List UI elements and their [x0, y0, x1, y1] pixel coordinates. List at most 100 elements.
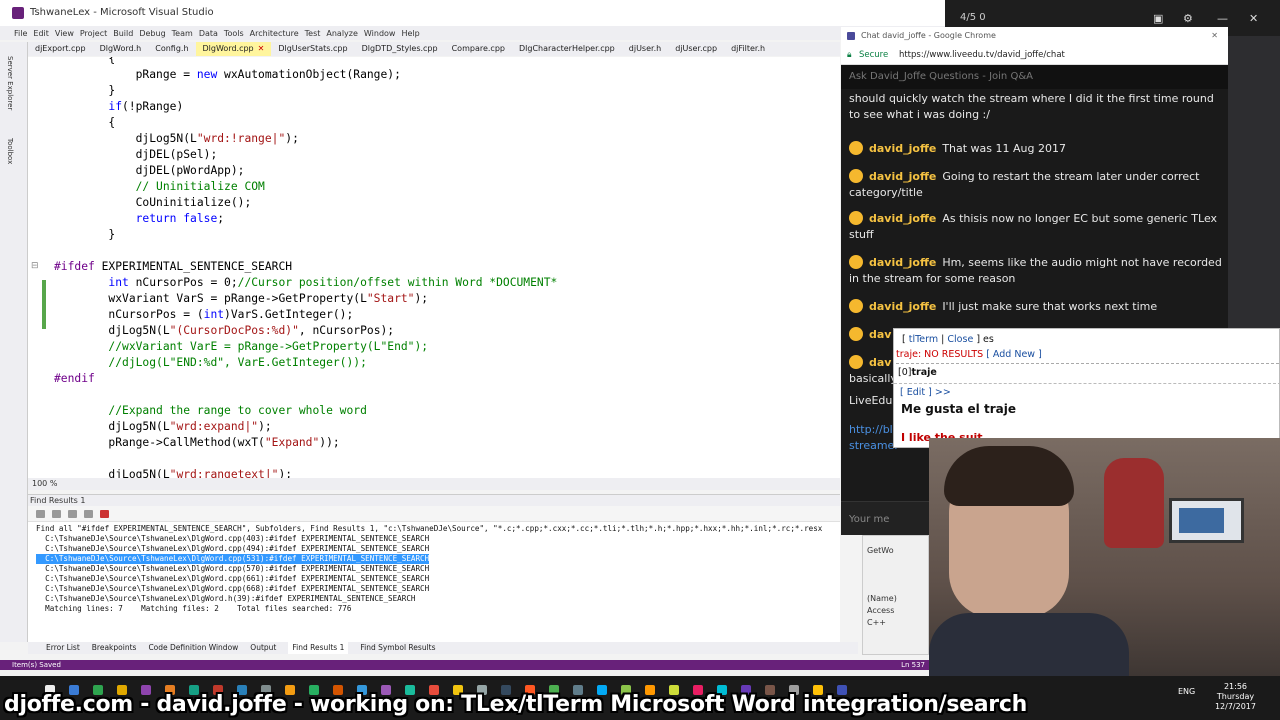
code-line[interactable]: }	[54, 227, 115, 243]
document-tab[interactable]: djExport.cpp	[28, 42, 93, 56]
code-line[interactable]: pRange->CallMethod(wxT("Expand"));	[54, 435, 339, 451]
document-tab[interactable]: DlgWord.cpp ✕	[195, 42, 272, 56]
menu-item[interactable]: Help	[401, 29, 419, 38]
menu-item[interactable]: Architecture	[250, 29, 299, 38]
code-line[interactable]: CoUninitialize();	[54, 195, 252, 211]
chat-link-1[interactable]: http://bl	[849, 423, 893, 436]
code-line[interactable]: {	[54, 115, 115, 131]
url-text[interactable]: https://www.liveedu.tv/david_joffe/chat	[899, 50, 1065, 60]
code-line[interactable]: #endif	[54, 371, 95, 387]
server-explorer-tab[interactable]: Server Explorer	[6, 56, 14, 110]
add-new-link[interactable]: [ Add New ]	[986, 349, 1042, 360]
find-result-line[interactable]: Find all "#ifdef EXPERIMENTAL_SENTENCE_S…	[36, 524, 822, 534]
result-index: [0]	[898, 367, 912, 378]
code-line[interactable]: // Uninitialize COM	[54, 179, 265, 195]
find-result-line[interactable]: C:\TshwaneDJe\Source\TshwaneLex\DlgWord.…	[36, 554, 430, 564]
collapse-icon[interactable]: ⊟	[31, 261, 39, 271]
minimize-icon[interactable]: —	[1217, 12, 1228, 25]
menu-item[interactable]: Analyze	[326, 29, 358, 38]
tlterm-result[interactable]: [0]traje	[898, 367, 937, 378]
edit-link[interactable]: [ Edit ] >>	[900, 387, 951, 398]
code-line[interactable]: }	[54, 83, 115, 99]
code-line[interactable]: djLog5N(L"wrd:expand|");	[54, 419, 271, 435]
menu-item[interactable]: Build	[113, 29, 133, 38]
code-line[interactable]: pRange = new wxAutomationObject(Range);	[54, 67, 401, 83]
zoom-level[interactable]: 100 %	[28, 478, 840, 490]
code-editor[interactable]: ⊟ { pRange = new wxAutomationObject(Rang…	[28, 57, 840, 489]
find-result-line[interactable]: C:\TshwaneDJe\Source\TshwaneLex\DlgWord.…	[36, 584, 429, 594]
find-result-line[interactable]: C:\TshwaneDJe\Source\TshwaneLex\DlgWord.…	[36, 564, 429, 574]
chat-username[interactable]: dav	[869, 356, 891, 369]
document-tab[interactable]: Compare.cpp	[445, 42, 512, 56]
mini-panel-item: GetWo	[867, 546, 894, 555]
find-result-line[interactable]: C:\TshwaneDJe\Source\TshwaneLex\DlgWord.…	[36, 534, 429, 544]
gear-icon[interactable]: ⚙	[1183, 12, 1193, 25]
menu-item[interactable]: View	[55, 29, 74, 38]
chat-username[interactable]: david_joffe	[869, 300, 936, 313]
chat-username[interactable]: david_joffe	[869, 142, 936, 155]
document-tab[interactable]: djUser.h	[622, 42, 668, 56]
code-line[interactable]: //Expand the range to cover whole word	[54, 403, 366, 419]
code-line[interactable]: return false;	[54, 211, 224, 227]
find-clear-icon[interactable]	[84, 510, 93, 518]
document-tab[interactable]: DlgDTD_Styles.cpp	[355, 42, 445, 56]
document-tab[interactable]: djFilter.h	[724, 42, 772, 56]
code-line[interactable]: int nCursorPos = 0;//Cursor position/off…	[54, 275, 557, 291]
code-line[interactable]: nCursorPos = (int)VarS.GetInteger();	[54, 307, 353, 323]
document-tab[interactable]: djUser.cpp	[668, 42, 724, 56]
bottom-tab[interactable]: Code Definition Window	[148, 642, 238, 654]
find-stop-icon[interactable]	[100, 510, 109, 518]
menu-item[interactable]: Edit	[33, 29, 49, 38]
document-tab[interactable]: DlgUserStats.cpp	[271, 42, 354, 56]
tlterm-tab[interactable]: tlTerm	[909, 334, 938, 345]
close-link[interactable]: Close	[947, 334, 973, 345]
find-result-line[interactable]: C:\TshwaneDJe\Source\TshwaneLex\DlgWord.…	[36, 544, 429, 554]
code-line[interactable]: djDEL(pWordApp);	[54, 163, 245, 179]
menu-item[interactable]: Test	[305, 29, 321, 38]
find-result-line[interactable]: C:\TshwaneDJe\Source\TshwaneLex\DlgWord.…	[36, 594, 415, 604]
menu-item[interactable]: Team	[172, 29, 193, 38]
menu-item[interactable]: Tools	[224, 29, 244, 38]
chat-username[interactable]: dav	[869, 328, 891, 341]
toolbox-tab[interactable]: Toolbox	[6, 138, 14, 164]
bottom-tab[interactable]: Breakpoints	[92, 642, 137, 654]
chat-username[interactable]: david_joffe	[869, 170, 936, 183]
find-result-line[interactable]: Matching lines: 7 Matching files: 2 Tota…	[36, 604, 351, 614]
code-line[interactable]: //wxVariant VarE = pRange->GetProperty(L…	[54, 339, 428, 355]
document-tab[interactable]: Config.h	[148, 42, 195, 56]
document-tab[interactable]: DlgWord.h	[93, 42, 149, 56]
menu-item[interactable]: Project	[80, 29, 107, 38]
code-line[interactable]: {	[54, 57, 115, 67]
bottom-tab[interactable]: Error List	[46, 642, 80, 654]
chat-username[interactable]: david_joffe	[869, 256, 936, 269]
document-tab[interactable]: DlgCharacterHelper.cpp	[512, 42, 622, 56]
code-token: djDEL(pWordApp);	[135, 164, 245, 177]
chat-link-2[interactable]: streamer	[849, 439, 899, 452]
find-result-line[interactable]: C:\TshwaneDJe\Source\TshwaneLex\DlgWord.…	[36, 574, 429, 584]
close-icon[interactable]: ✕	[1249, 12, 1258, 25]
code-line[interactable]: djLog5N(L"(CursorDocPos:%d)", nCursorPos…	[54, 323, 394, 339]
code-line[interactable]: //djLog(L"END:%d", VarE.GetInteger());	[54, 355, 366, 371]
code-line[interactable]: djDEL(pSel);	[54, 147, 218, 163]
find-prev-icon[interactable]	[36, 510, 45, 518]
chrome-close-icon[interactable]: ✕	[1211, 27, 1218, 45]
code-line[interactable]: if(!pRange)	[54, 99, 183, 115]
find-next-icon[interactable]	[52, 510, 61, 518]
address-bar[interactable]: 🔒︎ Secure https://www.liveedu.tv/david_j…	[841, 45, 1228, 65]
tab-close-icon[interactable]: ✕	[258, 44, 265, 53]
find-goto-icon[interactable]	[68, 510, 77, 518]
code-line[interactable]: wxVariant VarS = pRange->GetProperty(L"S…	[54, 291, 428, 307]
menu-item[interactable]: Data	[199, 29, 218, 38]
line-indicator: Ln 537	[901, 661, 925, 669]
menu-item[interactable]: Window	[364, 29, 396, 38]
bottom-tab[interactable]: Output	[250, 642, 276, 654]
menu-item[interactable]: Debug	[139, 29, 165, 38]
code-line[interactable]: #ifdef EXPERIMENTAL_SENTENCE_SEARCH	[54, 259, 292, 275]
bottom-tab[interactable]: Find Results 1	[288, 642, 349, 654]
code-line[interactable]: djLog5N(L"wrd:!range|");	[54, 131, 299, 147]
chat-username[interactable]: david_joffe	[869, 212, 936, 225]
menu-item[interactable]: File	[14, 29, 27, 38]
bottom-tab[interactable]: Find Symbol Results	[360, 642, 435, 654]
window-icon[interactable]: ▣	[1153, 12, 1163, 25]
